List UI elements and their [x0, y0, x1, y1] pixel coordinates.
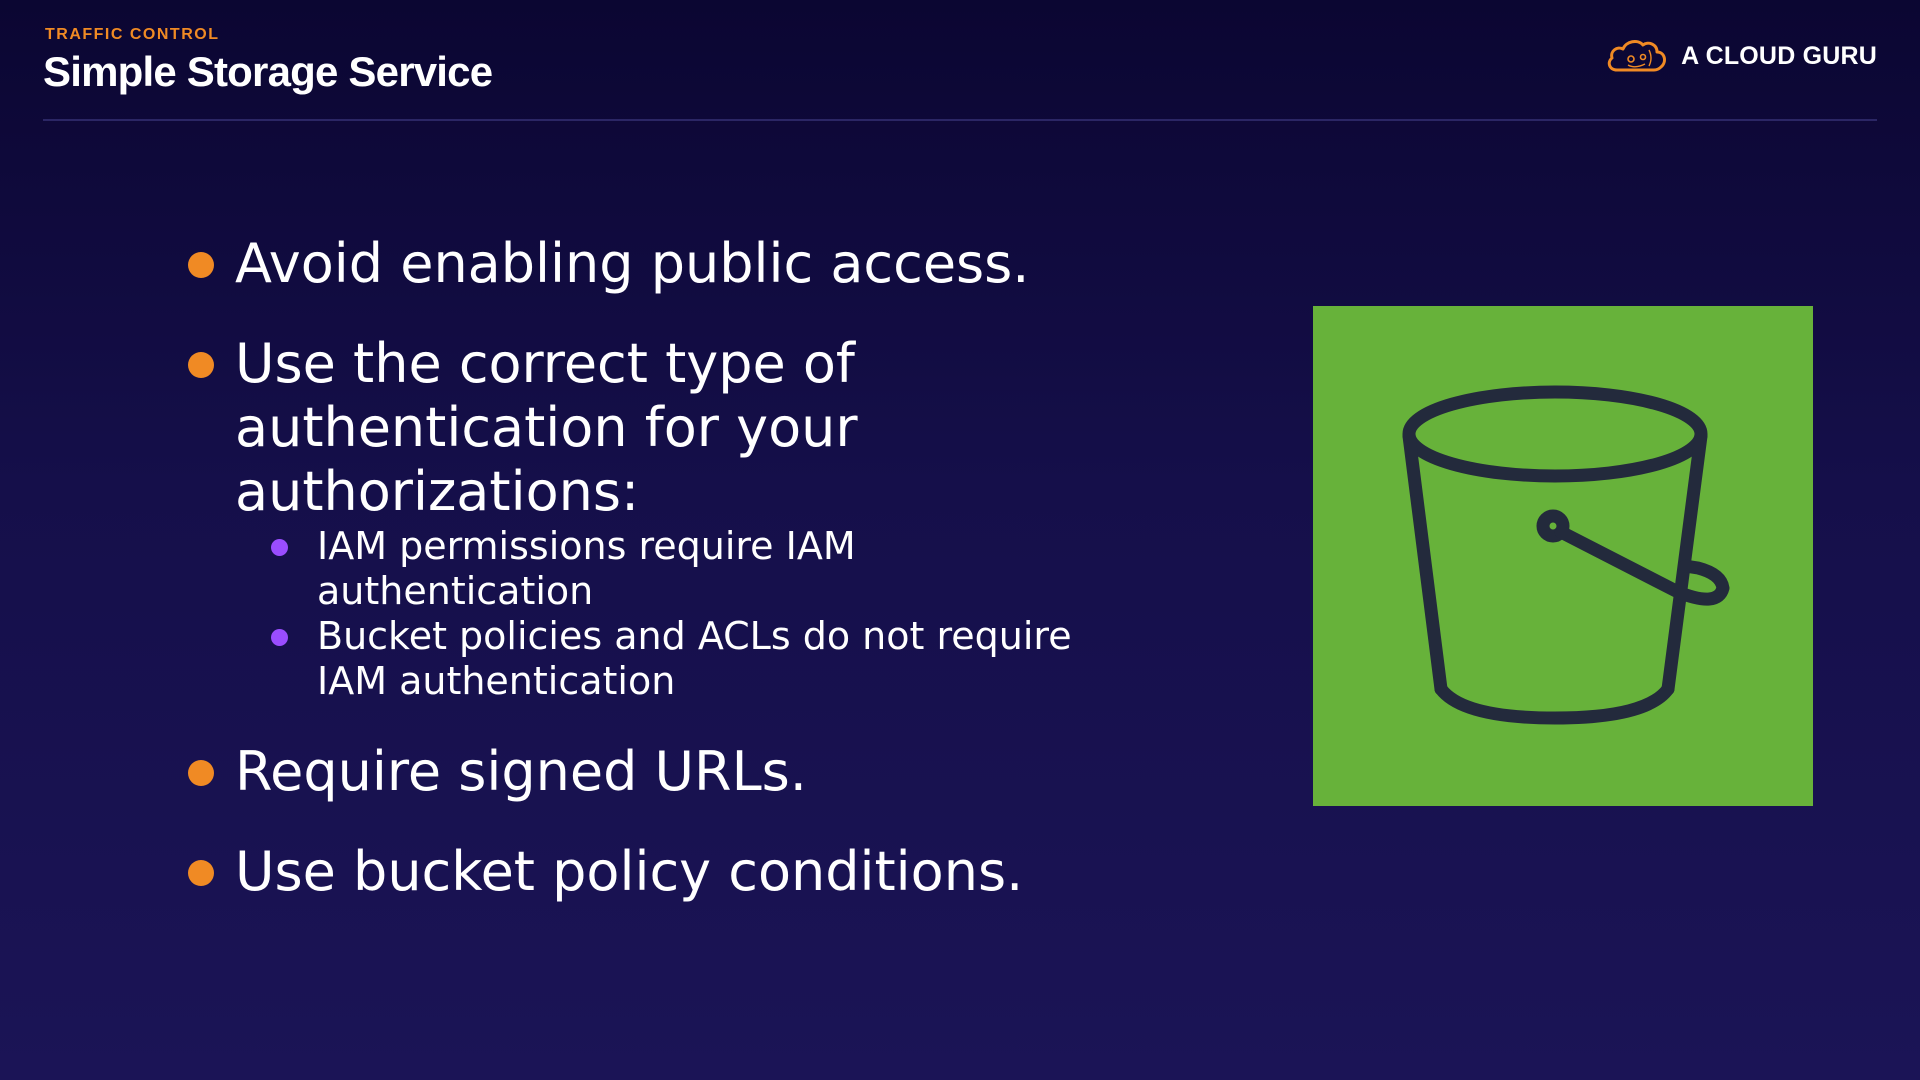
cloud-logo-icon: [1605, 36, 1669, 76]
bullet-item: Use the correct type of authentication f…: [188, 332, 1088, 704]
bullet-item: Use bucket policy conditions.: [188, 840, 1088, 904]
s3-bucket-tile: [1313, 306, 1813, 806]
bullet-text: Avoid enabling public access.: [235, 232, 1030, 295]
bullet-text: Require signed URLs.: [235, 740, 807, 803]
bullet-item: Avoid enabling public access.: [188, 232, 1088, 296]
bullet-text: Use bucket policy conditions.: [235, 840, 1024, 903]
sub-bullet-dot-icon: [271, 629, 288, 646]
page-title: Simple Storage Service: [43, 48, 493, 95]
bullet-list: Avoid enabling public access. Use the co…: [188, 232, 1088, 904]
sub-bullet-item: IAM permissions require IAM authenticati…: [271, 524, 1088, 614]
bullet-dot-icon: [188, 352, 214, 378]
section-kicker: TRAFFIC CONTROL: [45, 26, 220, 43]
bullet-dot-icon: [188, 252, 214, 278]
bullet-dot-icon: [188, 760, 214, 786]
sub-bullet-list: IAM permissions require IAM authenticati…: [235, 524, 1088, 704]
sub-bullet-text: IAM permissions require IAM authenticati…: [317, 524, 856, 613]
bullet-dot-icon: [188, 860, 214, 886]
bullet-item: Require signed URLs.: [188, 740, 1088, 804]
brand: A CLOUD GURU: [1605, 36, 1877, 76]
sub-bullet-dot-icon: [271, 539, 288, 556]
bullet-text: Use the correct type of authentication f…: [235, 332, 858, 523]
header-divider: [43, 119, 1877, 121]
sub-bullet-item: Bucket policies and ACLs do not require …: [271, 614, 1088, 704]
brand-name: A CLOUD GURU: [1681, 41, 1877, 70]
sub-bullet-text: Bucket policies and ACLs do not require …: [317, 614, 1072, 703]
s3-bucket-icon: [1402, 385, 1730, 725]
